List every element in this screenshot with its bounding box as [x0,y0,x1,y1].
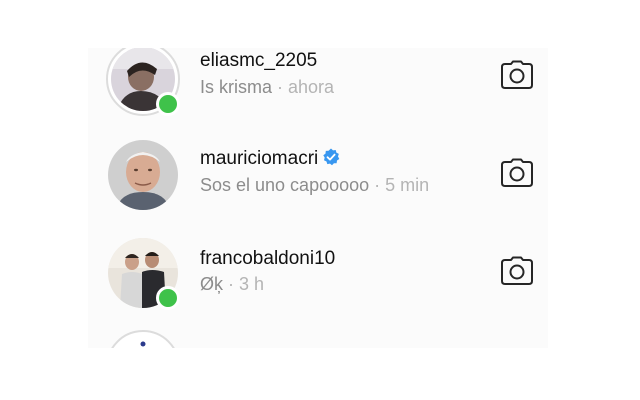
conversation-preview: Is krisma · ahora [200,77,334,98]
camera-icon[interactable] [500,158,534,188]
avatar[interactable] [106,236,180,310]
camera-icon[interactable] [500,60,534,90]
timestamp: ahora [288,77,335,97]
timestamp: 3 h [239,274,265,294]
avatar[interactable] [106,330,180,348]
conversation-preview: Øķ · 3 h [200,274,264,295]
timestamp: 5 min [385,175,430,195]
conversation-row[interactable]: francobaldoni10 Øķ · 3 h [88,232,548,322]
separator: · [277,77,283,97]
conversation-username[interactable]: francobaldoni10 [200,248,335,270]
separator: · [228,274,235,294]
conversation-list[interactable]: eliasmc_2205 Is krisma · ahora mauriciom… [88,48,548,348]
last-message: Sos el uno capooooo [200,175,370,195]
avatar-image [108,140,178,210]
conversation-row[interactable]: mauriciomacri Sos el uno capooooo · 5 min [88,134,548,224]
conversation-row[interactable] [88,328,548,348]
conversation-preview: Sos el uno capooooo · 5 min [200,175,429,196]
online-status-dot [156,286,180,310]
username-text: mauriciomacri [200,148,319,169]
camera-icon[interactable] [500,256,534,286]
avatar[interactable] [106,48,180,116]
last-message: Øķ [200,274,224,294]
conversation-username[interactable]: eliasmc_2205 [200,50,317,72]
avatar[interactable] [106,138,180,212]
conversation-row[interactable]: eliasmc_2205 Is krisma · ahora [88,48,548,126]
conversation-username[interactable]: mauriciomacri [200,148,340,170]
verified-badge-icon [323,148,340,166]
direct-messages-screen: eliasmc_2205 Is krisma · ahora mauriciom… [0,0,640,400]
separator: · [374,175,381,195]
online-status-dot [156,92,180,116]
last-message: Is krisma [200,77,272,97]
